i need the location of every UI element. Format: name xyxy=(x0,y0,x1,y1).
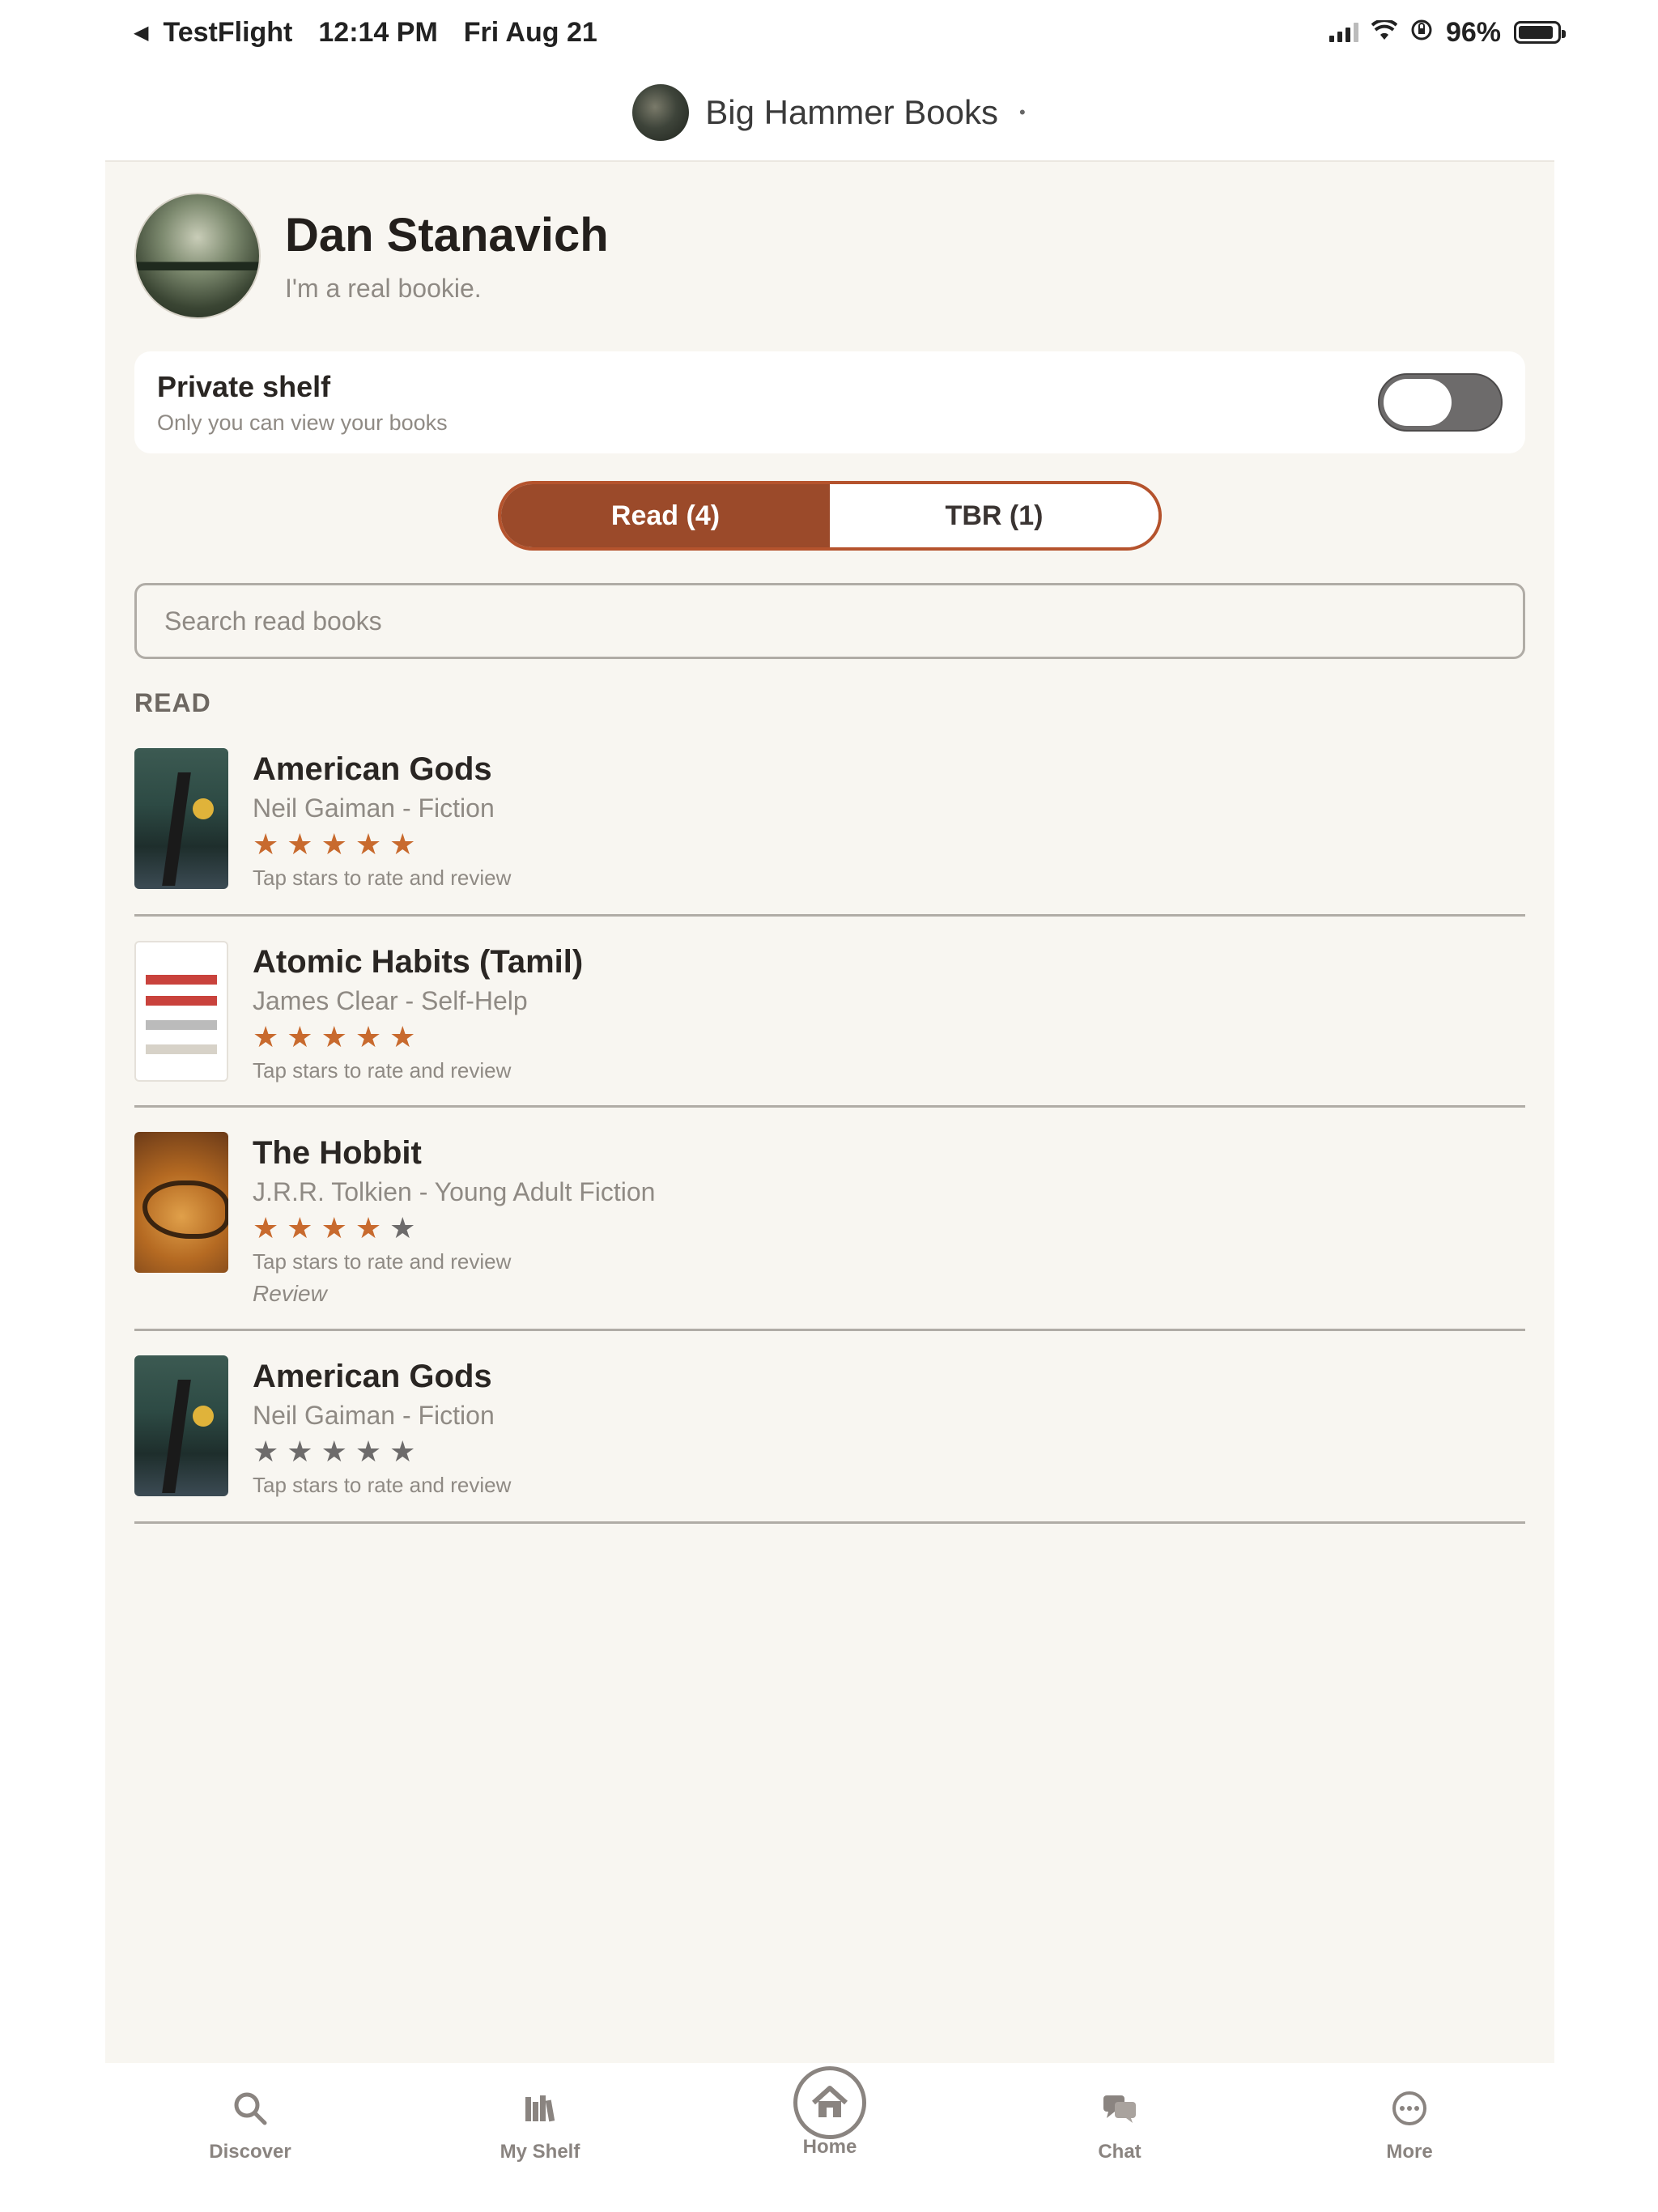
star-icon[interactable]: ★ xyxy=(287,1023,312,1052)
star-icon[interactable]: ★ xyxy=(389,1214,415,1243)
star-rating[interactable]: ★ ★ ★ ★ ★ xyxy=(253,1437,1525,1466)
star-icon[interactable]: ★ xyxy=(287,1214,312,1243)
tab-home[interactable]: Home xyxy=(685,2063,975,2212)
toggle-knob xyxy=(1384,379,1452,426)
star-icon[interactable]: ★ xyxy=(389,1023,415,1052)
search-read-books-field[interactable] xyxy=(134,583,1525,659)
status-bar: ◀ TestFlight 12:14 PM Fri Aug 21 96% xyxy=(0,0,1658,65)
profile-bio: I'm a real bookie. xyxy=(285,274,482,303)
star-icon[interactable]: ★ xyxy=(355,1214,381,1243)
club-avatar xyxy=(632,84,690,141)
tab-tbr[interactable]: TBR (1) xyxy=(830,484,1158,547)
star-icon[interactable]: ★ xyxy=(389,830,415,859)
private-shelf-subtitle: Only you can view your books xyxy=(157,410,448,435)
back-arrow-icon[interactable]: ◀ xyxy=(134,21,148,45)
book-title[interactable]: American Gods xyxy=(253,1357,1525,1396)
tab-label: My Shelf xyxy=(500,2141,580,2163)
tab-label: Chat xyxy=(1098,2141,1141,2163)
private-shelf-title: Private shelf xyxy=(157,369,331,403)
star-rating[interactable]: ★ ★ ★ ★ ★ xyxy=(253,1023,1525,1052)
home-icon xyxy=(793,2066,866,2139)
book-row[interactable]: Atomic Habits (Tamil) James Clear - Self… xyxy=(134,917,1525,1108)
review-link[interactable]: Review xyxy=(253,1281,1525,1307)
search-input[interactable] xyxy=(164,606,1495,636)
profile-name: Dan Stanavich xyxy=(285,209,609,262)
rate-hint: Tap stars to rate and review xyxy=(253,1249,512,1274)
star-icon[interactable]: ★ xyxy=(321,1214,347,1243)
tab-discover[interactable]: Discover xyxy=(105,2063,395,2212)
back-app-label[interactable]: TestFlight xyxy=(163,17,292,49)
shelf-segmented-control: Read (4) TBR (1) xyxy=(498,481,1162,551)
star-icon[interactable]: ★ xyxy=(355,1437,381,1466)
section-label-read: READ xyxy=(134,688,211,717)
book-meta: J.R.R. Tolkien - Young Adult Fiction xyxy=(253,1177,656,1206)
tab-my-shelf[interactable]: My Shelf xyxy=(395,2063,685,2212)
dropdown-dot-icon: • xyxy=(1019,102,1026,122)
shelf-icon xyxy=(516,2084,564,2133)
book-title[interactable]: The Hobbit xyxy=(253,1134,1525,1172)
star-icon[interactable]: ★ xyxy=(321,1437,347,1466)
profile-avatar[interactable] xyxy=(134,193,261,319)
club-switcher[interactable]: Big Hammer Books • xyxy=(0,65,1658,160)
shelf-content: Dan Stanavich I'm a real bookie. Private… xyxy=(105,160,1554,2063)
battery-percent: 96% xyxy=(1445,16,1501,48)
rate-hint: Tap stars to rate and review xyxy=(253,1058,512,1083)
tab-label: More xyxy=(1386,2141,1433,2163)
rate-hint: Tap stars to rate and review xyxy=(253,866,512,890)
star-rating[interactable]: ★ ★ ★ ★ ★ xyxy=(253,1214,1525,1243)
book-list: American Gods Neil Gaiman - Fiction ★ ★ … xyxy=(134,745,1525,1524)
book-title[interactable]: American Gods xyxy=(253,750,1525,789)
rate-hint: Tap stars to rate and review xyxy=(253,1473,512,1497)
book-title[interactable]: Atomic Habits (Tamil) xyxy=(253,942,1525,981)
star-icon[interactable]: ★ xyxy=(355,1023,381,1052)
book-cover[interactable] xyxy=(134,1132,228,1273)
bottom-tab-bar: Discover My Shelf Home Chat More xyxy=(105,2063,1554,2212)
star-icon[interactable]: ★ xyxy=(321,830,347,859)
star-icon[interactable]: ★ xyxy=(287,830,312,859)
tab-read[interactable]: Read (4) xyxy=(501,484,830,547)
tab-chat[interactable]: Chat xyxy=(975,2063,1265,2212)
star-icon[interactable]: ★ xyxy=(253,830,278,859)
book-row[interactable]: The Hobbit J.R.R. Tolkien - Young Adult … xyxy=(134,1108,1525,1331)
private-shelf-toggle[interactable] xyxy=(1378,373,1503,432)
search-icon xyxy=(226,2084,274,2133)
star-icon[interactable]: ★ xyxy=(287,1437,312,1466)
battery-icon xyxy=(1514,21,1566,44)
status-time: 12:14 PM xyxy=(318,16,438,48)
book-meta: Neil Gaiman - Fiction xyxy=(253,1401,495,1430)
status-date: Fri Aug 21 xyxy=(463,16,597,48)
book-cover[interactable] xyxy=(134,941,228,1082)
book-cover[interactable] xyxy=(134,1355,228,1496)
tab-more[interactable]: More xyxy=(1265,2063,1554,2212)
wifi-icon xyxy=(1371,17,1398,49)
book-row[interactable]: American Gods Neil Gaiman - Fiction ★ ★ … xyxy=(134,745,1525,917)
tab-label: Discover xyxy=(209,2141,291,2163)
star-icon[interactable]: ★ xyxy=(355,830,381,859)
club-name: Big Hammer Books xyxy=(705,93,999,131)
book-meta: James Clear - Self-Help xyxy=(253,986,528,1015)
profile-header: Dan Stanavich I'm a real bookie. xyxy=(134,193,609,319)
cellular-signal-icon xyxy=(1329,23,1358,42)
book-row[interactable]: American Gods Neil Gaiman - Fiction ★ ★ … xyxy=(134,1331,1525,1524)
private-shelf-card: Private shelf Only you can view your boo… xyxy=(134,351,1525,453)
star-icon[interactable]: ★ xyxy=(321,1023,347,1052)
chat-icon xyxy=(1095,2084,1144,2133)
star-icon[interactable]: ★ xyxy=(253,1214,278,1243)
star-icon[interactable]: ★ xyxy=(253,1437,278,1466)
book-meta: Neil Gaiman - Fiction xyxy=(253,793,495,823)
more-icon xyxy=(1385,2084,1434,2133)
book-cover[interactable] xyxy=(134,748,228,889)
tab-label: Home xyxy=(802,2136,857,2158)
orientation-lock-icon xyxy=(1410,17,1433,49)
star-rating[interactable]: ★ ★ ★ ★ ★ xyxy=(253,830,1525,859)
star-icon[interactable]: ★ xyxy=(253,1023,278,1052)
star-icon[interactable]: ★ xyxy=(389,1437,415,1466)
